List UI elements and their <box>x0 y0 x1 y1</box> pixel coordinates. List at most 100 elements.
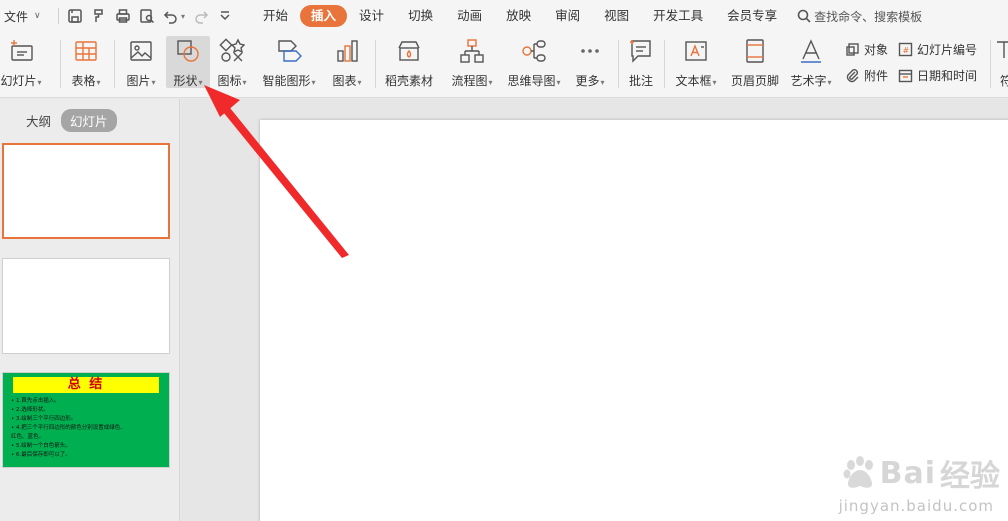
file-menu[interactable]: 文件 ∨ <box>0 8 54 25</box>
chevron-down-icon[interactable]: ▾ <box>181 12 185 21</box>
symbol-icon <box>993 38 1008 64</box>
comment-button[interactable]: 批注 <box>623 36 659 88</box>
divider <box>114 40 115 88</box>
wordart-button[interactable]: 艺术字▾ <box>788 36 834 88</box>
slide-number-button[interactable]: # 幻灯片编号 <box>898 39 977 59</box>
comment-label: 批注 <box>628 74 653 88</box>
panel-tabs: 大纲 幻灯片 <box>26 109 127 132</box>
tab-view[interactable]: 视图 <box>592 5 641 27</box>
shape-button[interactable]: 形状▾ <box>166 36 210 88</box>
mindmap-label: 思维导图▾ <box>507 72 560 89</box>
textbox-button[interactable]: 文本框▾ <box>670 36 722 88</box>
tab-design[interactable]: 设计 <box>347 5 396 27</box>
dropdown-arrow-icon: ▾ <box>556 78 561 87</box>
tab-transition[interactable]: 切换 <box>396 5 445 27</box>
picture-button[interactable]: 图片▾ <box>121 36 161 88</box>
tab-member[interactable]: 会员专享 <box>715 5 789 27</box>
watermark-brand: Bai <box>879 455 936 491</box>
chevron-down-icon <box>220 11 230 21</box>
quick-access-toolbar: ▾ <box>54 4 237 28</box>
shape-label: 形状▾ <box>173 72 202 89</box>
svg-text:#: # <box>903 46 910 55</box>
flowchart-text: 流程图 <box>451 74 488 88</box>
new-slide-label: 幻灯片▾ <box>0 72 41 89</box>
save-button[interactable] <box>63 4 87 28</box>
comment-icon <box>628 38 654 64</box>
shape-text: 形状 <box>173 74 198 88</box>
slide-number-label: 幻灯片编号 <box>917 42 978 57</box>
shop-icon <box>396 38 422 64</box>
header-footer-icon <box>742 38 768 64</box>
dropdown-arrow-icon: ▾ <box>357 78 362 87</box>
tab-slides[interactable]: 幻灯片 <box>61 109 117 132</box>
format-painter-icon <box>94 9 103 22</box>
flowchart-label: 流程图▾ <box>451 72 492 89</box>
tab-developer[interactable]: 开发工具 <box>641 5 715 27</box>
ribbon-tabs: 开始 插入 设计 切换 动画 放映 审阅 视图 开发工具 会员专享 <box>251 5 789 27</box>
print-button[interactable] <box>111 4 135 28</box>
dropdown-arrow-icon: ▾ <box>827 78 832 87</box>
undo-icon <box>163 11 177 24</box>
wordart-icon <box>798 38 824 64</box>
format-painter-button[interactable] <box>87 4 111 28</box>
header-footer-button[interactable]: 页眉页脚 <box>728 36 782 88</box>
new-slide-text: 幻灯片 <box>0 74 37 88</box>
watermark-brand2: 经验 <box>940 459 1000 494</box>
object-button[interactable]: 对象 <box>845 39 888 59</box>
thumb-title: 总 结 <box>13 377 159 393</box>
slide-thumbnail-1[interactable] <box>2 143 170 239</box>
undo-button[interactable] <box>159 4 183 28</box>
textbox-label: 文本框▾ <box>675 72 716 89</box>
mindmap-button[interactable]: 思维导图▾ <box>503 36 565 88</box>
shape-icon <box>175 38 201 64</box>
divider <box>618 40 619 88</box>
search-icon <box>797 9 811 23</box>
dropdown-arrow-icon: ▾ <box>488 78 493 87</box>
dropdown-arrow-icon: ▾ <box>151 78 156 87</box>
chart-icon <box>334 38 360 64</box>
dropdown-arrow-icon: ▾ <box>311 78 316 87</box>
textbox-text: 文本框 <box>675 74 712 88</box>
datetime-button[interactable]: 日期和时间 <box>898 65 977 85</box>
customize-toolbar-button[interactable] <box>213 4 237 28</box>
print-preview-button[interactable] <box>135 4 159 28</box>
material-label: 稻壳素材 <box>384 74 433 88</box>
thumb-line: • 3.绘制三个平行四边形。 <box>11 416 77 422</box>
tab-outline[interactable]: 大纲 <box>26 111 51 130</box>
slide-thumbnail-2[interactable] <box>2 258 170 354</box>
slide-thumbnail-3[interactable]: 总 结 • 1.首先点击插入。 • 2.选择形状。 • 3.绘制三个平行四边形。… <box>2 372 170 468</box>
table-button[interactable]: 表格▾ <box>66 36 106 88</box>
header-footer-label: 页眉页脚 <box>730 74 779 88</box>
command-search[interactable]: 查找命令、搜索模板 <box>797 8 922 25</box>
material-button[interactable]: 稻壳素材 <box>383 36 435 88</box>
paperclip-icon <box>846 68 859 82</box>
smartart-button[interactable]: 智能图形▾ <box>258 36 320 88</box>
flowchart-icon <box>459 38 485 64</box>
slide-panel: 大纲 幻灯片 总 结 • 1.首先点击插入。 • 2.选择形状。 • 3.绘制三… <box>0 99 180 521</box>
tab-slideshow[interactable]: 放映 <box>494 5 543 27</box>
table-text: 表格 <box>71 74 96 88</box>
chevron-down-icon: ∨ <box>34 11 41 21</box>
tab-review[interactable]: 审阅 <box>543 5 592 27</box>
smartart-label: 智能图形▾ <box>262 72 315 89</box>
save-icon <box>68 9 82 23</box>
table-label: 表格▾ <box>71 72 100 89</box>
icon-label: 图标▾ <box>217 72 246 89</box>
picture-label: 图片▾ <box>126 72 155 89</box>
table-icon <box>73 38 99 64</box>
attachment-button[interactable]: 附件 <box>845 65 888 85</box>
dropdown-arrow-icon: ▾ <box>198 78 203 87</box>
icon-button[interactable]: 图标▾ <box>212 36 252 88</box>
tab-animation[interactable]: 动画 <box>445 5 494 27</box>
tab-home[interactable]: 开始 <box>251 5 300 27</box>
chart-button[interactable]: 图表▾ <box>327 36 367 88</box>
slide-number-icon: # <box>898 42 913 56</box>
wordart-text: 艺术字 <box>790 74 827 88</box>
flowchart-button[interactable]: 流程图▾ <box>446 36 498 88</box>
more-button[interactable]: 更多▾ <box>570 36 610 88</box>
redo-button[interactable] <box>189 4 213 28</box>
symbol-button[interactable]: 符 <box>996 36 1008 88</box>
tab-insert[interactable]: 插入 <box>300 5 348 27</box>
new-slide-button[interactable]: 幻灯片▾ <box>0 36 46 88</box>
chart-label: 图表▾ <box>332 72 361 89</box>
